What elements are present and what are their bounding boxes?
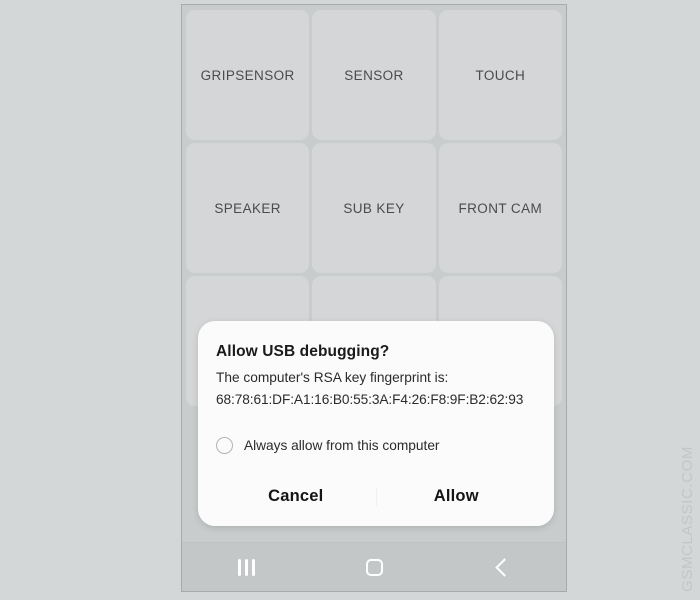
always-allow-row[interactable]: Always allow from this computer — [216, 436, 536, 454]
home-icon — [365, 558, 383, 576]
dialog-message: The computer's RSA key fingerprint is: — [216, 370, 449, 385]
rsa-fingerprint-value: 68:78:61:DF:A1:16:B0:55:3A:F4:26:F8:9F:B… — [216, 391, 524, 407]
back-icon — [494, 557, 514, 577]
watermark: GSMCLASSIC.COM — [679, 446, 696, 592]
allow-button[interactable]: Allow — [377, 468, 537, 526]
recents-icon — [237, 558, 255, 576]
grid-button-gripsensor[interactable]: GRIPSENSOR — [186, 10, 310, 140]
grid-button-front-cam[interactable]: FRONT CAM — [438, 143, 562, 273]
cancel-button[interactable]: Cancel — [216, 468, 376, 526]
grid-button-label: GRIPSENSOR — [200, 67, 295, 83]
back-button[interactable] — [466, 543, 538, 591]
recents-button[interactable] — [210, 543, 282, 591]
navigation-bar — [182, 542, 566, 591]
grid-button-label: TOUCH — [475, 67, 526, 83]
grid-row: SPEAKER SUB KEY FRONT CAM — [186, 143, 562, 273]
grid-button-label: FRONT CAM — [458, 200, 543, 216]
dialog-title: Allow USB debugging? — [216, 343, 390, 360]
usb-debugging-dialog: Allow USB debugging? The computer's RSA … — [198, 321, 554, 526]
grid-button-touch[interactable]: TOUCH — [438, 10, 562, 140]
grid-button-label: SPEAKER — [214, 200, 281, 216]
always-allow-label: Always allow from this computer — [244, 437, 440, 453]
grid-row: GRIPSENSOR SENSOR TOUCH — [186, 10, 562, 140]
always-allow-checkbox[interactable] — [216, 436, 233, 454]
grid-button-speaker[interactable]: SPEAKER — [186, 143, 310, 273]
home-button[interactable] — [338, 543, 410, 591]
grid-button-sub-key[interactable]: SUB KEY — [312, 143, 436, 273]
grid-button-label: SUB KEY — [343, 200, 405, 216]
dialog-actions: Cancel Allow — [216, 468, 536, 526]
phone-frame: GRIPSENSOR SENSOR TOUCH SPEAKER SUB KEY … — [181, 4, 567, 592]
grid-button-sensor[interactable]: SENSOR — [312, 10, 436, 140]
grid-button-label: SENSOR — [344, 67, 404, 83]
